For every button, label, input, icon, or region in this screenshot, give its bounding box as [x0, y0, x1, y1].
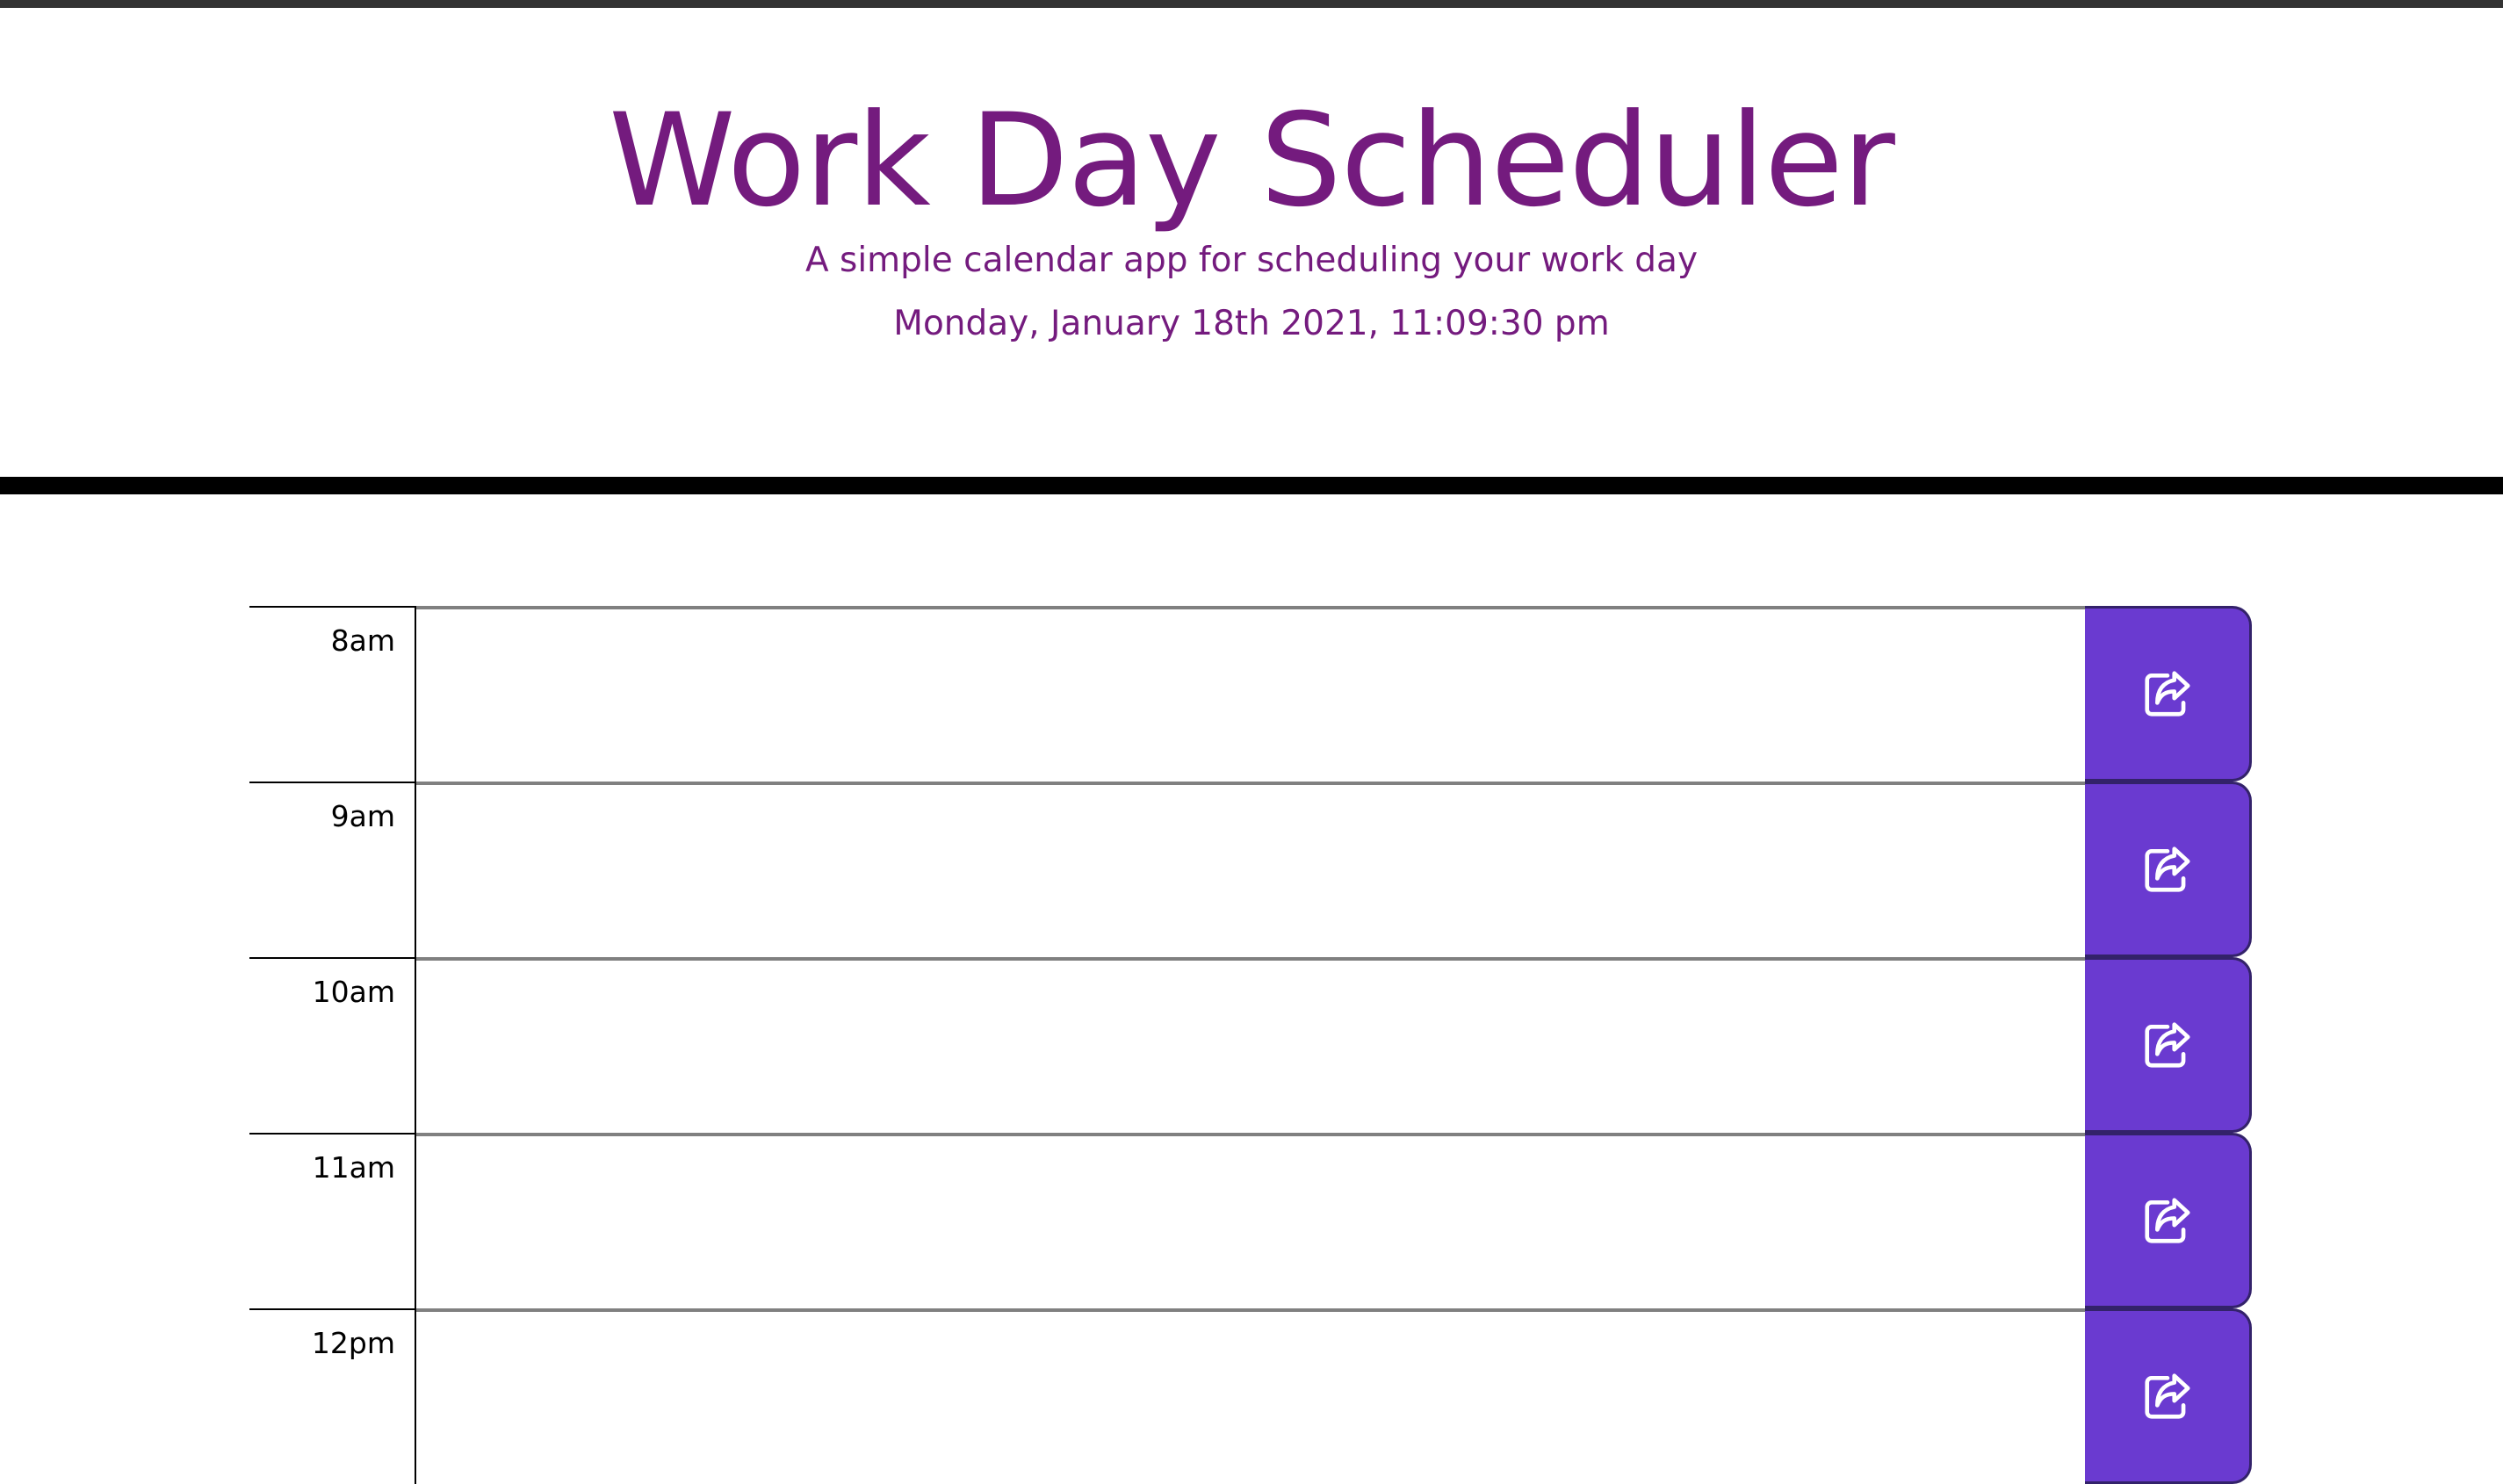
save-button[interactable] [2085, 1133, 2252, 1308]
save-share-icon [2140, 1369, 2195, 1423]
page-header: Work Day Scheduler A simple calendar app… [0, 8, 2503, 494]
save-share-icon [2140, 1018, 2195, 1072]
save-button[interactable] [2085, 606, 2252, 782]
time-block-8am: 8am [249, 606, 2252, 782]
time-block-10am: 10am [249, 957, 2252, 1133]
time-block-11am: 11am [249, 1133, 2252, 1308]
save-share-icon [2140, 842, 2195, 897]
event-description-input[interactable] [416, 1133, 2085, 1308]
event-description-input[interactable] [416, 782, 2085, 957]
event-description-input[interactable] [416, 957, 2085, 1133]
hour-label: 8am [249, 606, 416, 782]
hour-label: 11am [249, 1133, 416, 1308]
page-title: Work Day Scheduler [609, 86, 1895, 235]
current-day: Monday, January 18th 2021, 11:09:30 pm [893, 304, 1610, 343]
hour-label: 12pm [249, 1308, 416, 1484]
top-border [0, 0, 2503, 8]
save-share-icon [2140, 1193, 2195, 1248]
event-description-input[interactable] [416, 606, 2085, 782]
time-block-9am: 9am [249, 782, 2252, 957]
save-button[interactable] [2085, 957, 2252, 1133]
time-block-12pm: 12pm [249, 1308, 2252, 1484]
page-subtitle: A simple calendar app for scheduling you… [804, 241, 1699, 280]
save-button[interactable] [2085, 782, 2252, 957]
schedule-container: 8am 9am 10am 11am 12pm [249, 606, 2252, 1484]
save-button[interactable] [2085, 1308, 2252, 1484]
save-share-icon [2140, 666, 2195, 721]
hour-label: 9am [249, 782, 416, 957]
hour-label: 10am [249, 957, 416, 1133]
event-description-input[interactable] [416, 1308, 2085, 1484]
